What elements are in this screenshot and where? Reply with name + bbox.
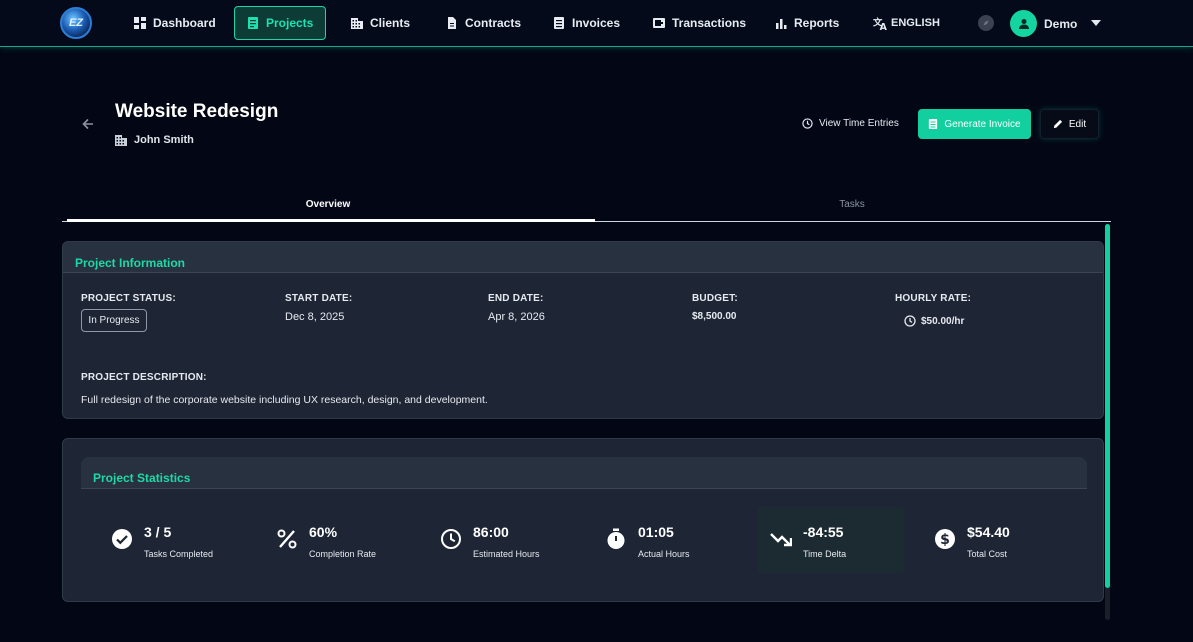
client-name: John Smith — [134, 134, 194, 146]
end-date-value: Apr 8, 2026 — [488, 311, 545, 323]
view-time-entries-button[interactable]: View Time Entries — [792, 112, 909, 134]
end-date-label: END DATE: — [488, 293, 544, 304]
chevron-down-icon[interactable] — [1091, 20, 1101, 26]
generate-invoice-button[interactable]: Generate Invoice — [918, 109, 1031, 139]
stat-value: 3 / 5 — [144, 524, 172, 540]
check-circle-icon — [112, 529, 132, 549]
nav-clients-label: Clients — [370, 16, 411, 30]
tab-tasks-label: Tasks — [839, 199, 865, 210]
user-name[interactable]: Demo — [1044, 17, 1077, 31]
svg-text:$: $ — [940, 532, 950, 548]
app-logo[interactable]: EZ — [60, 7, 92, 39]
nav-transactions-label: Transactions — [672, 16, 747, 30]
stat-label: Completion Rate — [309, 549, 377, 559]
nav-projects[interactable]: Projects — [234, 6, 327, 40]
trending-down-icon — [770, 533, 792, 547]
stat-actual-hours: 01:05 Actual Hours — [593, 507, 739, 573]
stat-value: 01:05 — [638, 524, 674, 540]
generate-invoice-label: Generate Invoice — [944, 118, 1021, 130]
hourly-rate-label: HOURLY RATE: — [895, 293, 972, 304]
stat-label: Total Cost — [967, 549, 1008, 559]
stat-label: Estimated Hours — [473, 549, 540, 559]
translate-icon: 文A — [872, 16, 888, 31]
page-title: Website Redesign — [115, 101, 279, 122]
client-info: John Smith — [115, 134, 194, 146]
dollar-circle-icon: $ — [935, 529, 955, 549]
user-icon — [1018, 18, 1029, 29]
percent-icon — [277, 529, 297, 549]
document-icon — [448, 17, 456, 29]
project-information-header — [63, 242, 1103, 273]
language-selector[interactable]: 文A ENGLISH — [860, 6, 952, 40]
nav-clients[interactable]: Clients — [339, 6, 422, 40]
top-navbar: EZ Dashboard Projects Clients Contracts … — [0, 0, 1193, 47]
stat-tasks-completed: 3 / 5 Tasks Completed — [99, 507, 245, 573]
tab-overview-label: Overview — [305, 199, 351, 210]
nav-reports[interactable]: Reports — [763, 6, 851, 40]
project-status-label: PROJECT STATUS: — [81, 293, 176, 304]
project-description-label: PROJECT DESCRIPTION: — [81, 372, 207, 383]
stat-value: 86:00 — [473, 524, 509, 540]
tab-bar: Overview Tasks — [62, 188, 1111, 222]
edit-button[interactable]: Edit — [1040, 109, 1099, 139]
stat-label: Actual Hours — [638, 549, 690, 559]
nav-contracts[interactable]: Contracts — [434, 6, 533, 40]
invoice-icon — [554, 17, 564, 29]
wallet-icon — [653, 18, 665, 28]
compass-icon[interactable] — [978, 15, 994, 31]
pencil-icon — [1053, 119, 1062, 129]
start-date-label: START DATE: — [285, 293, 353, 304]
stat-total-cost: $ $54.40 Total Cost — [922, 507, 1068, 573]
hourly-rate: $50.00/hr — [904, 315, 964, 327]
logo-text: EZ — [68, 17, 84, 29]
stopwatch-icon — [607, 528, 625, 549]
tab-overview[interactable]: Overview — [62, 188, 594, 221]
stat-value: -84:55 — [803, 524, 844, 540]
scrollbar-thumb[interactable] — [1105, 224, 1110, 588]
hourly-rate-value: $50.00/hr — [921, 315, 965, 327]
stat-value: $54.40 — [967, 524, 1010, 540]
stat-value: 60% — [309, 524, 338, 540]
project-statistics-header — [81, 457, 1087, 489]
project-statistics-title: Project Statistics — [93, 471, 191, 485]
project-information-title: Project Information — [75, 256, 186, 270]
building-icon — [351, 18, 363, 29]
building-icon — [115, 135, 127, 146]
clock-icon — [441, 529, 461, 549]
clock-icon — [802, 117, 813, 129]
stat-label: Tasks Completed — [144, 549, 214, 559]
budget-label: BUDGET: — [692, 293, 738, 304]
view-time-entries-label: View Time Entries — [819, 117, 899, 129]
dashboard-icon — [134, 17, 146, 29]
nav-transactions[interactable]: Transactions — [641, 6, 758, 40]
projects-icon — [248, 17, 258, 29]
nav-dashboard[interactable]: Dashboard — [122, 6, 228, 40]
project-information-card: Project Information PROJECT STATUS: In P… — [62, 241, 1104, 419]
nav-reports-label: Reports — [794, 16, 840, 30]
project-description-value: Full redesign of the corporate website i… — [81, 394, 488, 406]
stat-label: Time Delta — [803, 549, 847, 559]
stat-completion-rate: 60% Completion Rate — [264, 507, 410, 573]
edit-label: Edit — [1068, 118, 1087, 130]
tab-tasks[interactable]: Tasks — [586, 188, 1118, 221]
nav-invoices-label: Invoices — [572, 16, 621, 30]
language-label: ENGLISH — [891, 17, 940, 29]
nav-projects-label: Projects — [266, 16, 314, 30]
bar-chart-icon — [776, 19, 787, 29]
nav-invoices[interactable]: Invoices — [541, 6, 632, 40]
project-statistics-card: Project Statistics 3 / 5 Tasks Completed… — [62, 438, 1104, 602]
budget-value: $8,500.00 — [692, 311, 737, 322]
stat-estimated-hours: 86:00 Estimated Hours — [428, 507, 574, 573]
nav-dashboard-label: Dashboard — [153, 16, 216, 30]
start-date-value: Dec 8, 2025 — [285, 311, 345, 323]
active-tab-indicator — [67, 219, 595, 222]
user-avatar[interactable] — [1010, 10, 1037, 37]
back-arrow-icon[interactable] — [80, 116, 96, 132]
stat-time-delta: -84:55 Time Delta — [758, 507, 904, 573]
clock-icon — [904, 315, 916, 327]
nav-contracts-label: Contracts — [465, 16, 522, 30]
status-badge: In Progress — [81, 309, 147, 332]
svg-text:A: A — [880, 22, 888, 31]
invoice-icon — [929, 119, 938, 129]
